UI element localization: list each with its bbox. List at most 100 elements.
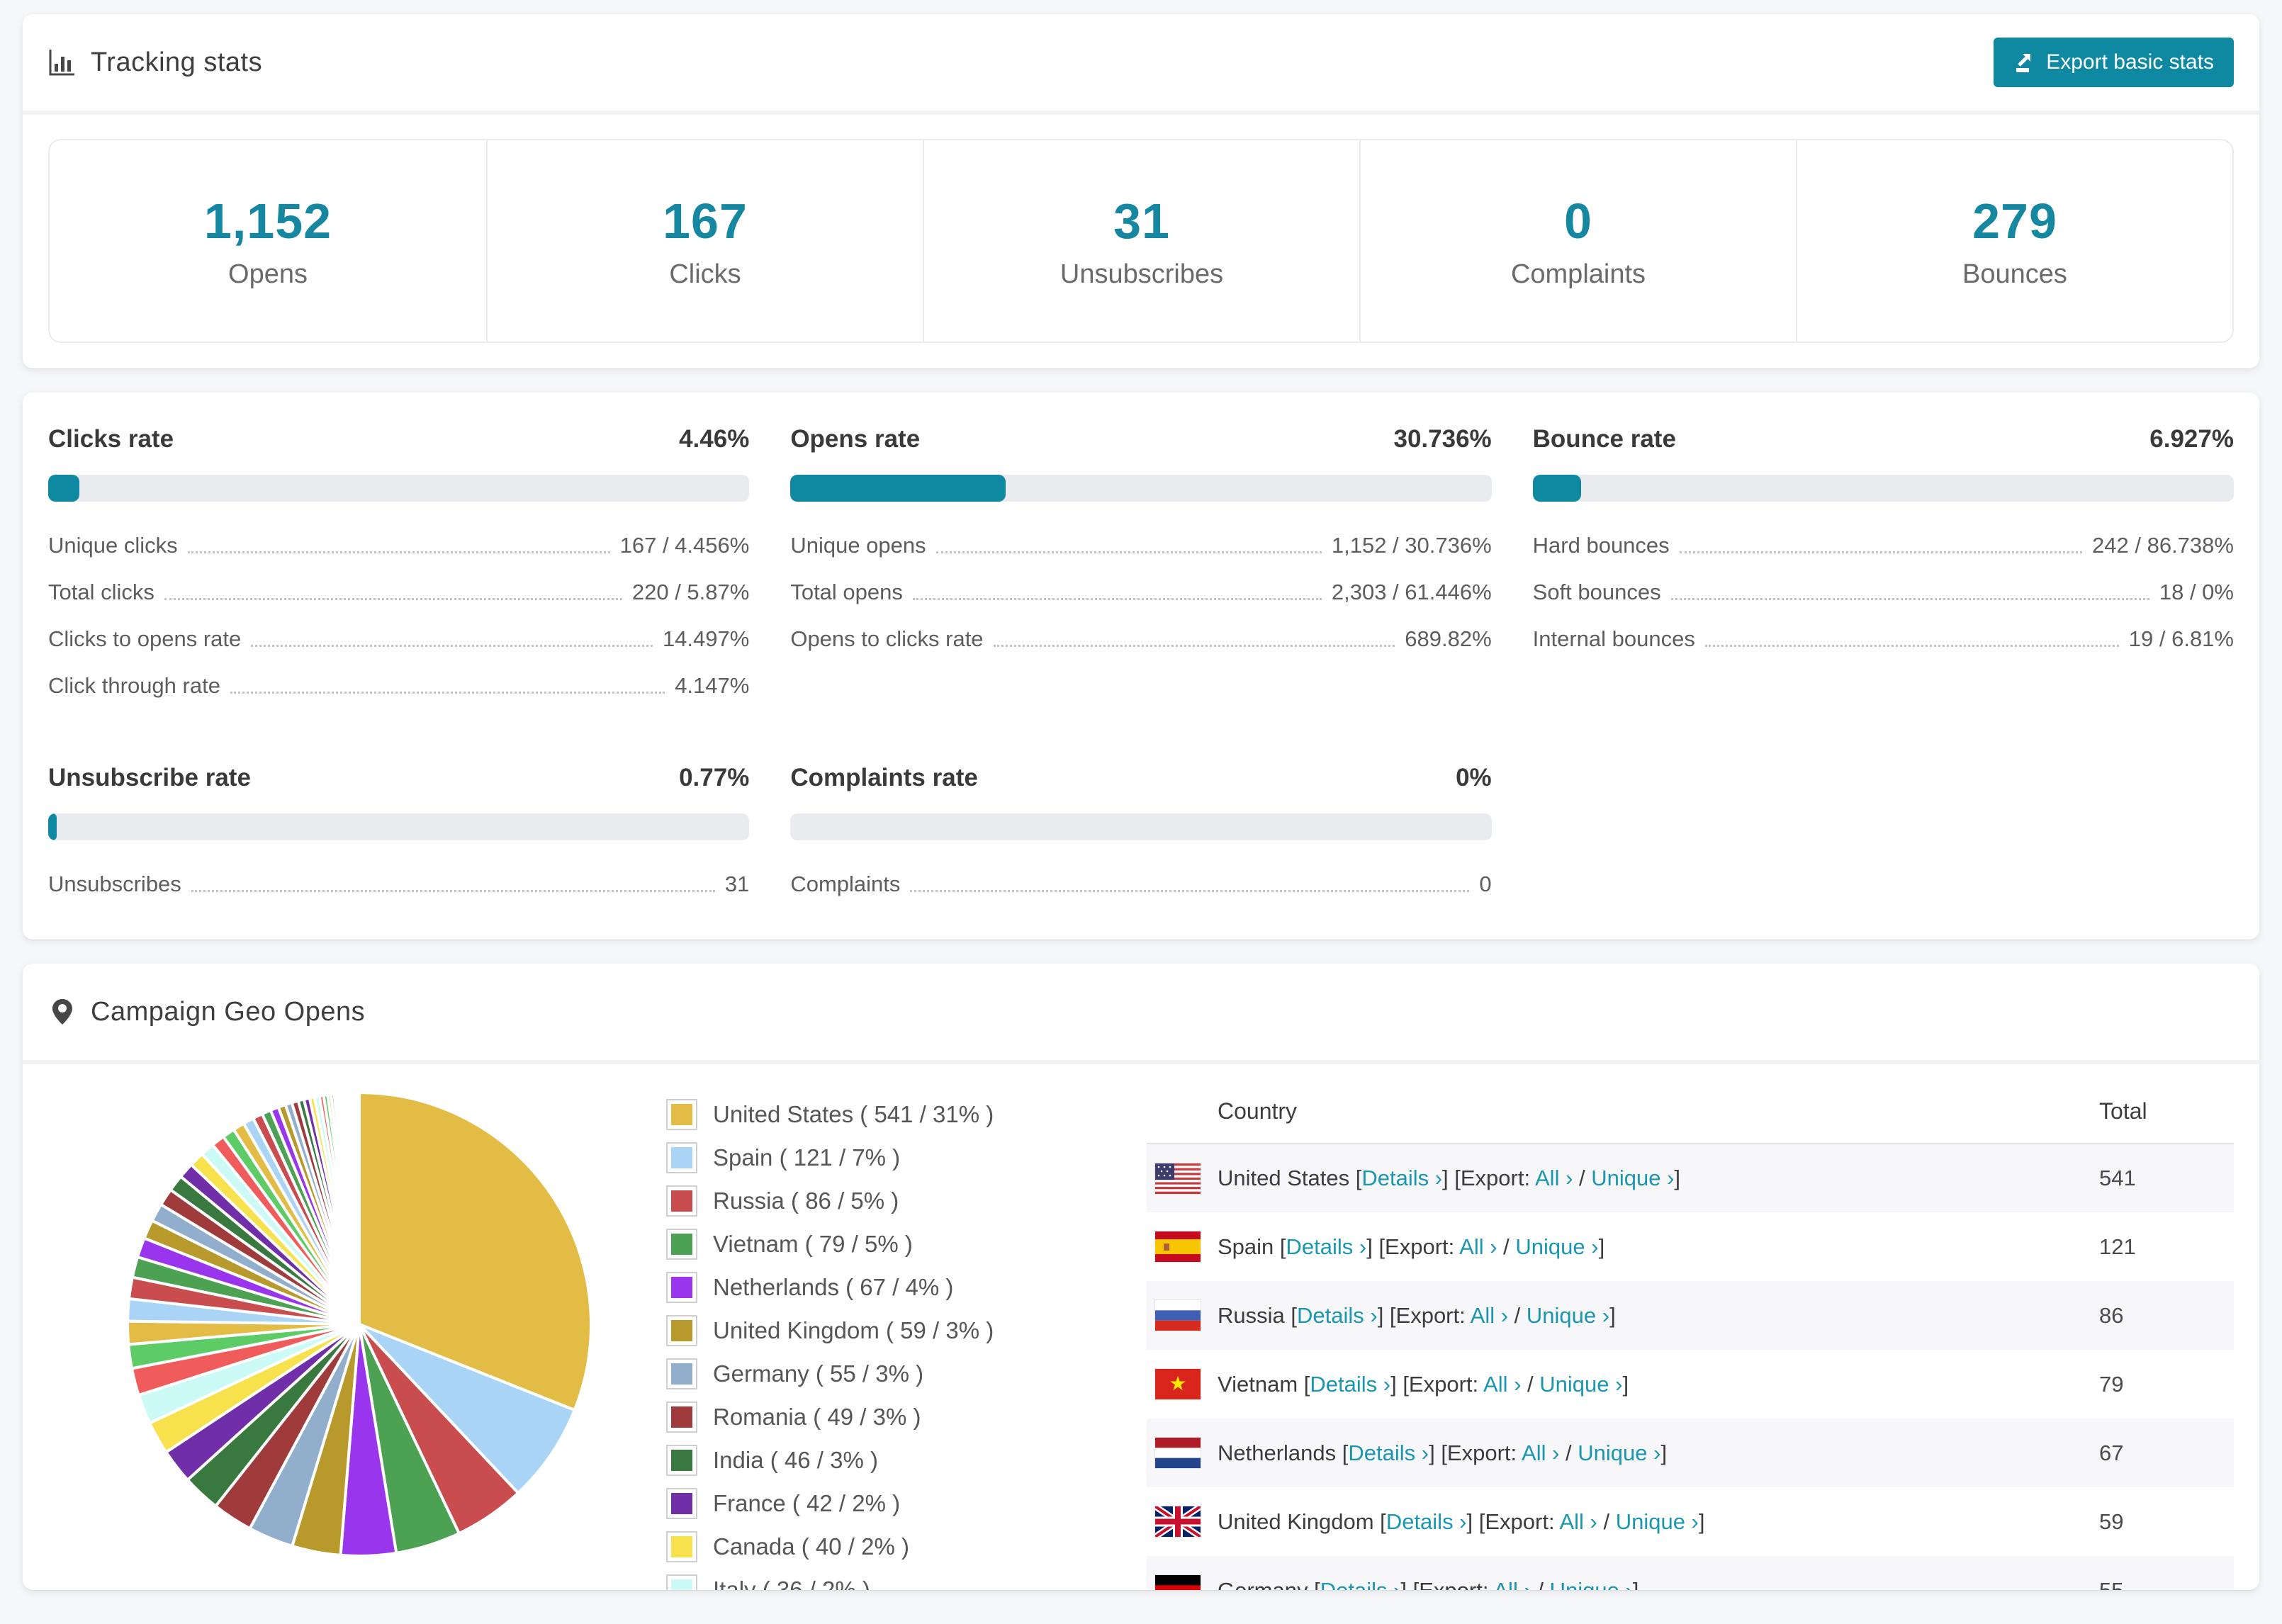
total-cell: 121 [2099,1234,2136,1259]
rate-title: Complaints rate [790,764,978,791]
rate-detail-value: 242 / 86.738% [2092,533,2234,558]
dotted-leader [191,890,715,892]
rate-value: 30.736% [1393,425,1492,453]
export-unique-link[interactable]: Unique › [1539,1372,1622,1397]
export-all-link[interactable]: All › [1522,1440,1559,1465]
dotted-leader [1704,645,2119,647]
export-all-link[interactable]: All › [1559,1509,1597,1534]
rate-title: Unsubscribe rate [48,764,251,791]
export-unique-link[interactable]: Unique › [1515,1234,1598,1259]
export-prefix: ] [Export: [1390,1371,1484,1397]
closing-bracket: ] [1598,1234,1605,1259]
export-unique-link[interactable]: Unique › [1578,1440,1660,1465]
rate-detail-row: Hard bounces 242 / 86.738% [1533,533,2234,558]
legend-label: Germany ( 55 / 3% ) [713,1360,924,1387]
export-basic-stats-button[interactable]: Export basic stats [1994,38,2234,87]
rate-value: 0.77% [679,764,750,791]
details-link[interactable]: Details › [1297,1303,1378,1328]
rate-detail-label: Unique opens [790,533,926,558]
rate-detail-value: 167 / 4.456% [619,533,750,558]
total-cell: 541 [2099,1144,2234,1212]
details-link[interactable]: Details › [1320,1578,1401,1591]
dotted-leader [251,645,653,647]
flag-vn-icon: ★ [1155,1369,1201,1399]
legend-label: Russia ( 86 / 5% ) [713,1187,899,1214]
export-unique-link[interactable]: Unique › [1616,1509,1699,1534]
export-unique-link[interactable]: Unique › [1591,1166,1674,1190]
export-all-link[interactable]: All › [1483,1372,1521,1397]
country-cell: United Kingdom [Details ›] [Export: All … [1218,1487,2099,1556]
legend-item-spain: Spain ( 121 / 7% ) [666,1136,1120,1179]
closing-bracket: ] [1674,1166,1681,1190]
rate-detail-row: Internal bounces 19 / 6.81% [1533,626,2234,652]
rate-progress-fill [48,813,57,840]
export-basic-stats-label: Export basic stats [2046,50,2214,74]
slash-separator: / [1508,1302,1527,1328]
rate-progress-bar [790,475,1492,502]
geo-content: United States ( 541 / 31% ) Spain ( 121 /… [23,1064,2259,1590]
rate-detail-row: Opens to clicks rate 689.82% [790,626,1491,652]
closing-bracket: ] [1698,1509,1705,1534]
legend-item-germany: Germany ( 55 / 3% ) [666,1352,1120,1395]
legend-item-russia: Russia ( 86 / 5% ) [666,1179,1120,1222]
export-unique-link[interactable]: Unique › [1550,1578,1633,1591]
country-cell: Russia [Details ›] [Export: All › / Uniq… [1218,1281,2099,1350]
country-name: Russia [ [1218,1302,1297,1328]
stat-label: Clicks [669,259,741,289]
details-link[interactable]: Details › [1361,1166,1442,1190]
details-link[interactable]: Details › [1348,1440,1429,1465]
geo-table-row-germany: Germany [Details ›] [Export: All › / Uni… [1147,1556,2234,1590]
rate-block-opens-rate: Opens rate 30.736% Unique opens 1,152 / 30.… [790,425,1492,699]
geo-pie-chart [48,1083,666,1590]
geo-header: Campaign Geo Opens [23,964,2259,1064]
details-link[interactable]: Details › [1386,1509,1467,1534]
closing-bracket: ] [1622,1371,1629,1397]
total-cell: 55 [2099,1556,2234,1590]
summary-stat-opens: 1,152 Opens [50,140,486,342]
export-all-link[interactable]: All › [1493,1578,1531,1591]
country-name: Germany [ [1218,1577,1320,1591]
stat-value: 31 [1113,193,1170,249]
total-cell: 86 [2099,1281,2234,1350]
tracking-stats-header: Tracking stats Export basic stats [23,14,2259,115]
dotted-leader [164,598,622,600]
export-prefix: ] [Export: [1429,1440,1522,1465]
rate-detail-row: Clicks to opens rate 14.497% [48,626,749,652]
column-header-total: Total [2099,1083,2234,1144]
slash-separator: / [1531,1577,1550,1591]
export-all-link[interactable]: All › [1535,1166,1573,1190]
details-link[interactable]: Details › [1310,1372,1390,1397]
bar-chart-icon [49,50,74,76]
tracking-stats-card: Tracking stats Export basic stats 1,152 O… [23,14,2259,368]
slash-separator: / [1521,1371,1540,1397]
export-unique-link[interactable]: Unique › [1527,1303,1609,1328]
export-prefix: ] [Export: [1400,1577,1494,1591]
rate-detail-value: 14.497% [662,626,750,651]
slash-separator: / [1497,1234,1516,1259]
legend-label: France ( 42 / 2% ) [713,1489,901,1516]
rate-detail-label: Complaints [790,872,901,896]
stat-value: 0 [1564,193,1592,249]
rate-detail-label: Unique clicks [48,533,178,558]
legend-item-united-states: United States ( 541 / 31% ) [666,1093,1120,1136]
export-prefix: ] [Export: [1377,1302,1471,1328]
slash-separator: / [1559,1440,1578,1465]
rate-value: 6.927% [2149,425,2234,453]
geo-table-row-netherlands: Netherlands [Details ›] [Export: All › /… [1147,1419,2234,1487]
details-link[interactable]: Details › [1286,1234,1367,1259]
rates-card: Clicks rate 4.46% Unique clicks 167 / 4.456… [23,393,2259,940]
export-all-link[interactable]: All › [1459,1234,1497,1259]
rate-detail-row: Unique clicks 167 / 4.456% [48,533,749,558]
export-all-link[interactable]: All › [1471,1303,1508,1328]
rate-detail-value: 19 / 6.81% [2128,626,2234,651]
summary-stat-unsubscribes: 31 Unsubscribes [923,140,1359,342]
country-flag-cell [1147,1281,1218,1350]
legend-color-chip [666,1314,697,1346]
legend-color-chip [666,1487,697,1519]
legend-color-chip [666,1358,697,1389]
country-cell: Germany [Details ›] [Export: All › / Uni… [1218,1556,2099,1590]
rate-detail-label: Internal bounces [1532,626,1695,651]
geo-table-wrap: Country Total United States [Details ›] … [1147,1083,2234,1590]
closing-bracket: ] [1632,1577,1639,1591]
rate-title: Opens rate [790,425,921,453]
